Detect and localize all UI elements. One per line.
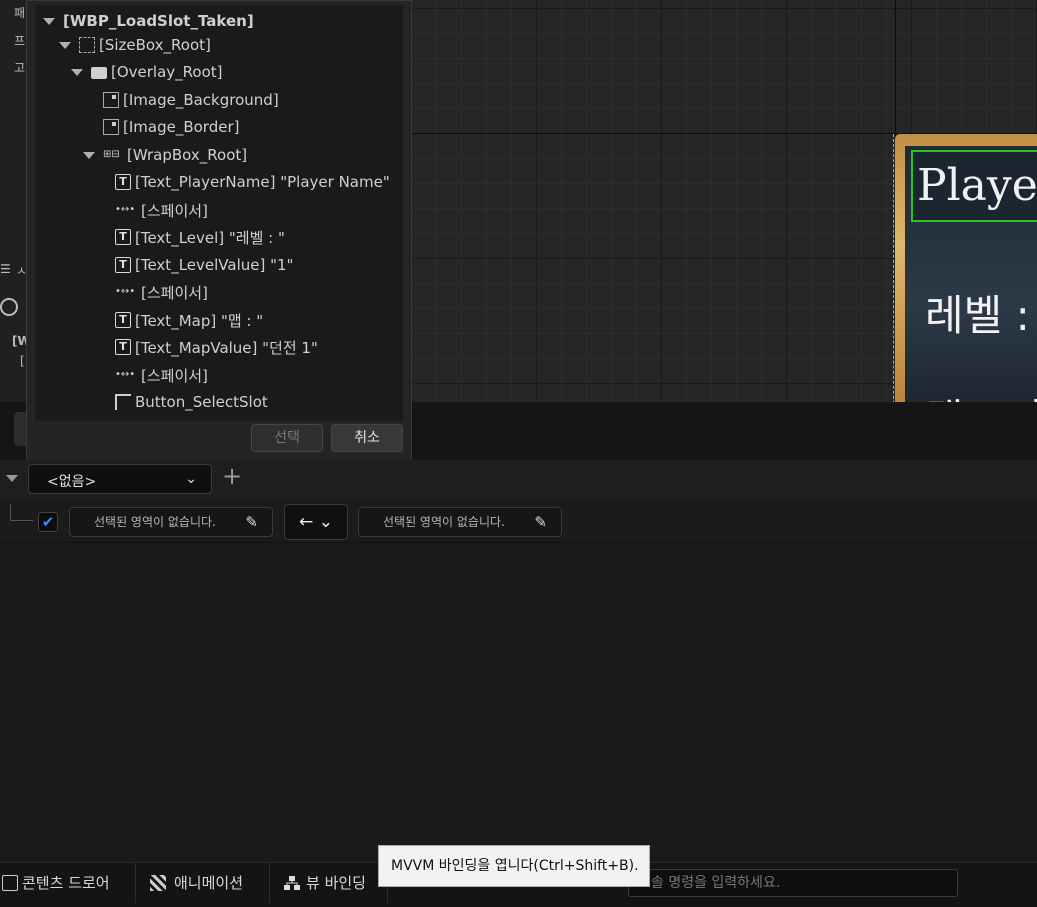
tree-item-label: [Image_Border] xyxy=(123,118,240,136)
edit-icon[interactable]: ✎ xyxy=(534,508,547,536)
tree-item-wrapbox[interactable]: ⊞⊟ [WrapBox_Root] xyxy=(83,143,247,167)
tree-item-spacer[interactable]: •↔• [스페이서] xyxy=(115,363,208,387)
selection-outline xyxy=(893,134,894,402)
collapse-arrow-icon[interactable] xyxy=(6,475,18,482)
tab-label: 뷰 바인딩 xyxy=(306,874,366,892)
tree-item-label: [SizeBox_Root] xyxy=(99,36,211,54)
tab-view-binding[interactable]: 뷰 바인딩 xyxy=(270,863,388,903)
expand-arrow-icon[interactable] xyxy=(71,68,83,76)
combo-value: <없음> xyxy=(47,474,97,490)
tab-label: 애니메이션 xyxy=(174,874,244,892)
fragment-label-3: [ xyxy=(20,354,25,368)
select-button[interactable]: 선택 xyxy=(251,424,323,452)
tree-item-text-level[interactable]: T [Text_Level] "레벨 : " xyxy=(115,225,285,249)
tree-item-overlay[interactable]: [Overlay_Root] xyxy=(71,60,223,84)
tree-item-text-mapvalue[interactable]: T [Text_MapValue] "던전 1" xyxy=(115,335,318,359)
tree-item-label: [Image_Background] xyxy=(123,91,279,109)
bindings-toolbar: <없음> ⌄ + xyxy=(0,460,1037,501)
tree-item-button-selectslot[interactable]: Button_SelectSlot xyxy=(115,390,268,414)
text-widget-icon: T xyxy=(115,339,131,355)
overlay-icon xyxy=(91,67,107,79)
spacer-icon: •↔• xyxy=(115,204,136,215)
tree-item-label: [Text_PlayerName] "Player Name" xyxy=(135,173,390,191)
tree-connector xyxy=(10,504,33,521)
left-menu-item-1[interactable]: 패 xyxy=(14,4,25,21)
tree-item-text-map[interactable]: T [Text_Map] "맵 : " xyxy=(115,308,263,332)
tooltip: MVVM 바인딩을 엽니다(Ctrl+Shift+B). xyxy=(378,845,650,887)
text-widget-icon: T xyxy=(115,312,131,328)
designer-viewport[interactable]: Player 레벨 : 맵 : 던 xyxy=(411,0,1037,402)
binding-direction-dropdown[interactable]: ← ⌄ xyxy=(284,504,348,540)
spacer-icon: •↔• xyxy=(115,369,136,380)
text-widget-icon: T xyxy=(115,229,131,245)
preview-map-text: 맵 : 던 xyxy=(925,386,1037,402)
left-fragment-panel: ☰ ㅅ [W [ xyxy=(0,258,31,404)
widget-tree[interactable]: [WBP_LoadSlot_Taken] [SizeBox_Root] [Ove… xyxy=(35,5,403,421)
tab-animation[interactable]: 애니메이션 xyxy=(136,863,270,903)
tree-item-label: [Text_Map] "맵 : " xyxy=(135,311,264,330)
tree-item-image-background[interactable]: [Image_Background] xyxy=(103,88,279,112)
binding-enabled-checkbox[interactable]: ✔ xyxy=(38,512,58,532)
tree-item-image-border[interactable]: [Image_Border] xyxy=(103,115,239,139)
list-icon[interactable]: ☰ xyxy=(0,262,11,276)
widget-field-text: 선택된 영역이 없습니다. xyxy=(94,515,216,529)
tree-item-spacer[interactable]: •↔• [스페이서] xyxy=(115,198,208,222)
tree-root-label: [WBP_LoadSlot_Taken] xyxy=(63,12,254,30)
wrapbox-icon: ⊞⊟ xyxy=(103,149,120,160)
viewmodel-field-text: 선택된 영역이 없습니다. xyxy=(383,515,505,529)
tree-item-label: [Overlay_Root] xyxy=(111,63,223,81)
edit-icon[interactable]: ✎ xyxy=(245,508,258,536)
expand-arrow-icon[interactable] xyxy=(43,17,55,25)
expand-arrow-icon[interactable] xyxy=(59,41,71,49)
image-icon xyxy=(103,119,119,135)
widget-field-selector[interactable]: 선택된 영역이 없습니다. ✎ xyxy=(69,507,273,537)
binding-row: ✔ 선택된 영역이 없습니다. ✎ ← ⌄ 선택된 영역이 없습니다. ✎ xyxy=(0,500,1037,542)
tree-item-label: Button_SelectSlot xyxy=(135,393,268,411)
tree-item-label: [Text_Level] "레벨 : " xyxy=(135,228,285,247)
expand-arrow-icon[interactable] xyxy=(83,151,95,159)
tree-root-row[interactable]: [WBP_LoadSlot_Taken] xyxy=(43,9,254,33)
image-icon xyxy=(103,92,119,108)
tree-item-label: [스페이서] xyxy=(141,201,208,220)
spacer-icon: •↔• xyxy=(115,286,136,297)
tree-item-text-levelvalue[interactable]: T [Text_LevelValue] "1" xyxy=(115,253,293,277)
tree-item-label: [스페이서] xyxy=(141,283,208,302)
add-binding-button[interactable]: + xyxy=(222,462,242,490)
tab-content-drawer[interactable]: 콘텐츠 드로어 xyxy=(0,863,136,903)
viewmodel-combo[interactable]: <없음> ⌄ xyxy=(28,464,212,494)
sizebox-icon xyxy=(79,37,95,53)
left-menu-item-3[interactable]: 고 xyxy=(14,59,25,76)
tree-item-spacer[interactable]: •↔• [스페이서] xyxy=(115,280,208,304)
preview-level-text: 레벨 : xyxy=(925,291,1030,340)
bindings-panel-body xyxy=(0,542,1037,863)
tree-item-label: [WrapBox_Root] xyxy=(127,146,248,164)
text-widget-icon: T xyxy=(115,257,131,273)
widget-tree-picker-popup: [WBP_LoadSlot_Taken] [SizeBox_Root] [Ove… xyxy=(26,0,412,462)
console-command-input[interactable]: 솔 명령을 입력하세요. xyxy=(628,869,958,897)
tree-item-text-playername[interactable]: T [Text_PlayerName] "Player Name" xyxy=(115,170,390,194)
widget-preview-background: Player 레벨 : 맵 : 던 xyxy=(905,146,1037,402)
widget-preview-frame[interactable]: Player 레벨 : 맵 : 던 xyxy=(893,134,1037,402)
search-icon[interactable] xyxy=(0,298,18,316)
tab-label: 콘텐츠 드로어 xyxy=(22,874,110,892)
tree-item-label: [스페이서] xyxy=(141,366,208,385)
tree-item-label: [Text_LevelValue] "1" xyxy=(135,256,294,274)
preview-player-name: Player xyxy=(917,160,1037,211)
left-menu-item-2[interactable]: 프 xyxy=(14,32,25,49)
button-widget-icon xyxy=(115,394,131,410)
text-widget-icon: T xyxy=(115,174,131,190)
tree-item-sizebox[interactable]: [SizeBox_Root] xyxy=(59,33,211,57)
cancel-button[interactable]: 취소 xyxy=(331,424,403,452)
viewmodel-field-selector[interactable]: 선택된 영역이 없습니다. ✎ xyxy=(358,507,562,537)
chevron-down-icon: ⌄ xyxy=(185,471,197,487)
tree-item-label: [Text_MapValue] "던전 1" xyxy=(135,338,318,357)
